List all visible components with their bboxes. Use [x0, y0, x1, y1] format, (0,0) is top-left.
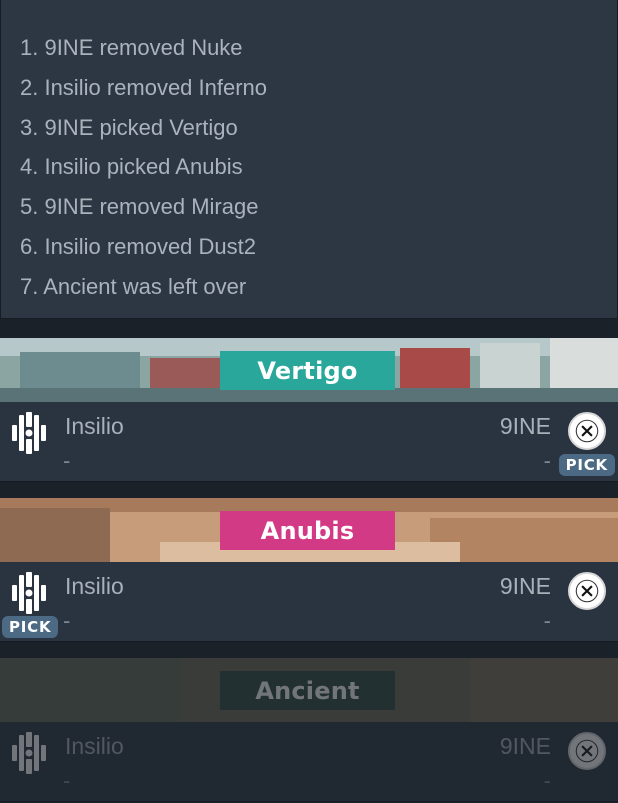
veto-step: 4. Insilio picked Anubis [20, 154, 243, 180]
9ine-logo-icon [568, 412, 606, 450]
veto-step: 5. 9INE removed Mirage [20, 194, 259, 220]
insilio-logo-icon [12, 412, 46, 454]
team-left-name: Insilio [65, 733, 124, 759]
team-right-name: 9INE [499, 573, 551, 599]
map-card-ancient[interactable]: Ancient Insilio - 9INE - [0, 658, 618, 803]
team-right-name: 9INE [499, 413, 551, 439]
veto-step: 7. Ancient was left over [20, 273, 247, 299]
map-name-band: Vertigo [220, 351, 395, 390]
map-name: Vertigo [257, 356, 358, 385]
veto-step: 2. Insilio removed Inferno [20, 74, 268, 100]
team-right-name: 9INE [499, 733, 551, 759]
team-right-score: - [543, 448, 551, 473]
map-card-vertigo[interactable]: Vertigo Insilio - 9INE - PICK [0, 338, 618, 483]
team-right-score: - [543, 608, 551, 633]
map-result: Insilio - 9INE - PICK [0, 562, 618, 642]
team-right-score: - [543, 768, 551, 793]
pick-badge: PICK [558, 454, 615, 476]
veto-list: 1. 9INE removed Nuke 2. Insilio removed … [1, 0, 617, 307]
9ine-logo-icon [568, 572, 606, 610]
map-banner: Anubis [0, 498, 618, 562]
map-banner: Ancient [0, 658, 618, 722]
map-name: Ancient [255, 676, 360, 705]
map-result: Insilio - 9INE - PICK [0, 402, 618, 482]
map-name-band: Anubis [220, 511, 395, 550]
map-card-anubis[interactable]: Anubis Insilio - 9INE - PICK [0, 498, 618, 643]
team-left-score: - [63, 448, 71, 473]
map-name: Anubis [260, 516, 355, 545]
9ine-logo-icon [568, 732, 606, 770]
insilio-logo-icon [12, 732, 46, 774]
team-left-score: - [63, 608, 71, 633]
insilio-logo-icon [12, 572, 46, 614]
team-left-name: Insilio [65, 413, 124, 439]
veto-step: 6. Insilio removed Dust2 [20, 233, 256, 259]
pick-badge: PICK [2, 616, 59, 638]
map-banner: Vertigo [0, 338, 618, 402]
map-result: Insilio - 9INE - [0, 722, 618, 802]
veto-step: 1. 9INE removed Nuke [20, 35, 243, 60]
team-left-score: - [63, 768, 71, 793]
veto-log: 1. 9INE removed Nuke 2. Insilio removed … [0, 0, 618, 319]
team-left-name: Insilio [65, 573, 124, 599]
veto-step: 3. 9INE picked Vertigo [20, 114, 238, 140]
map-name-band: Ancient [220, 671, 395, 710]
